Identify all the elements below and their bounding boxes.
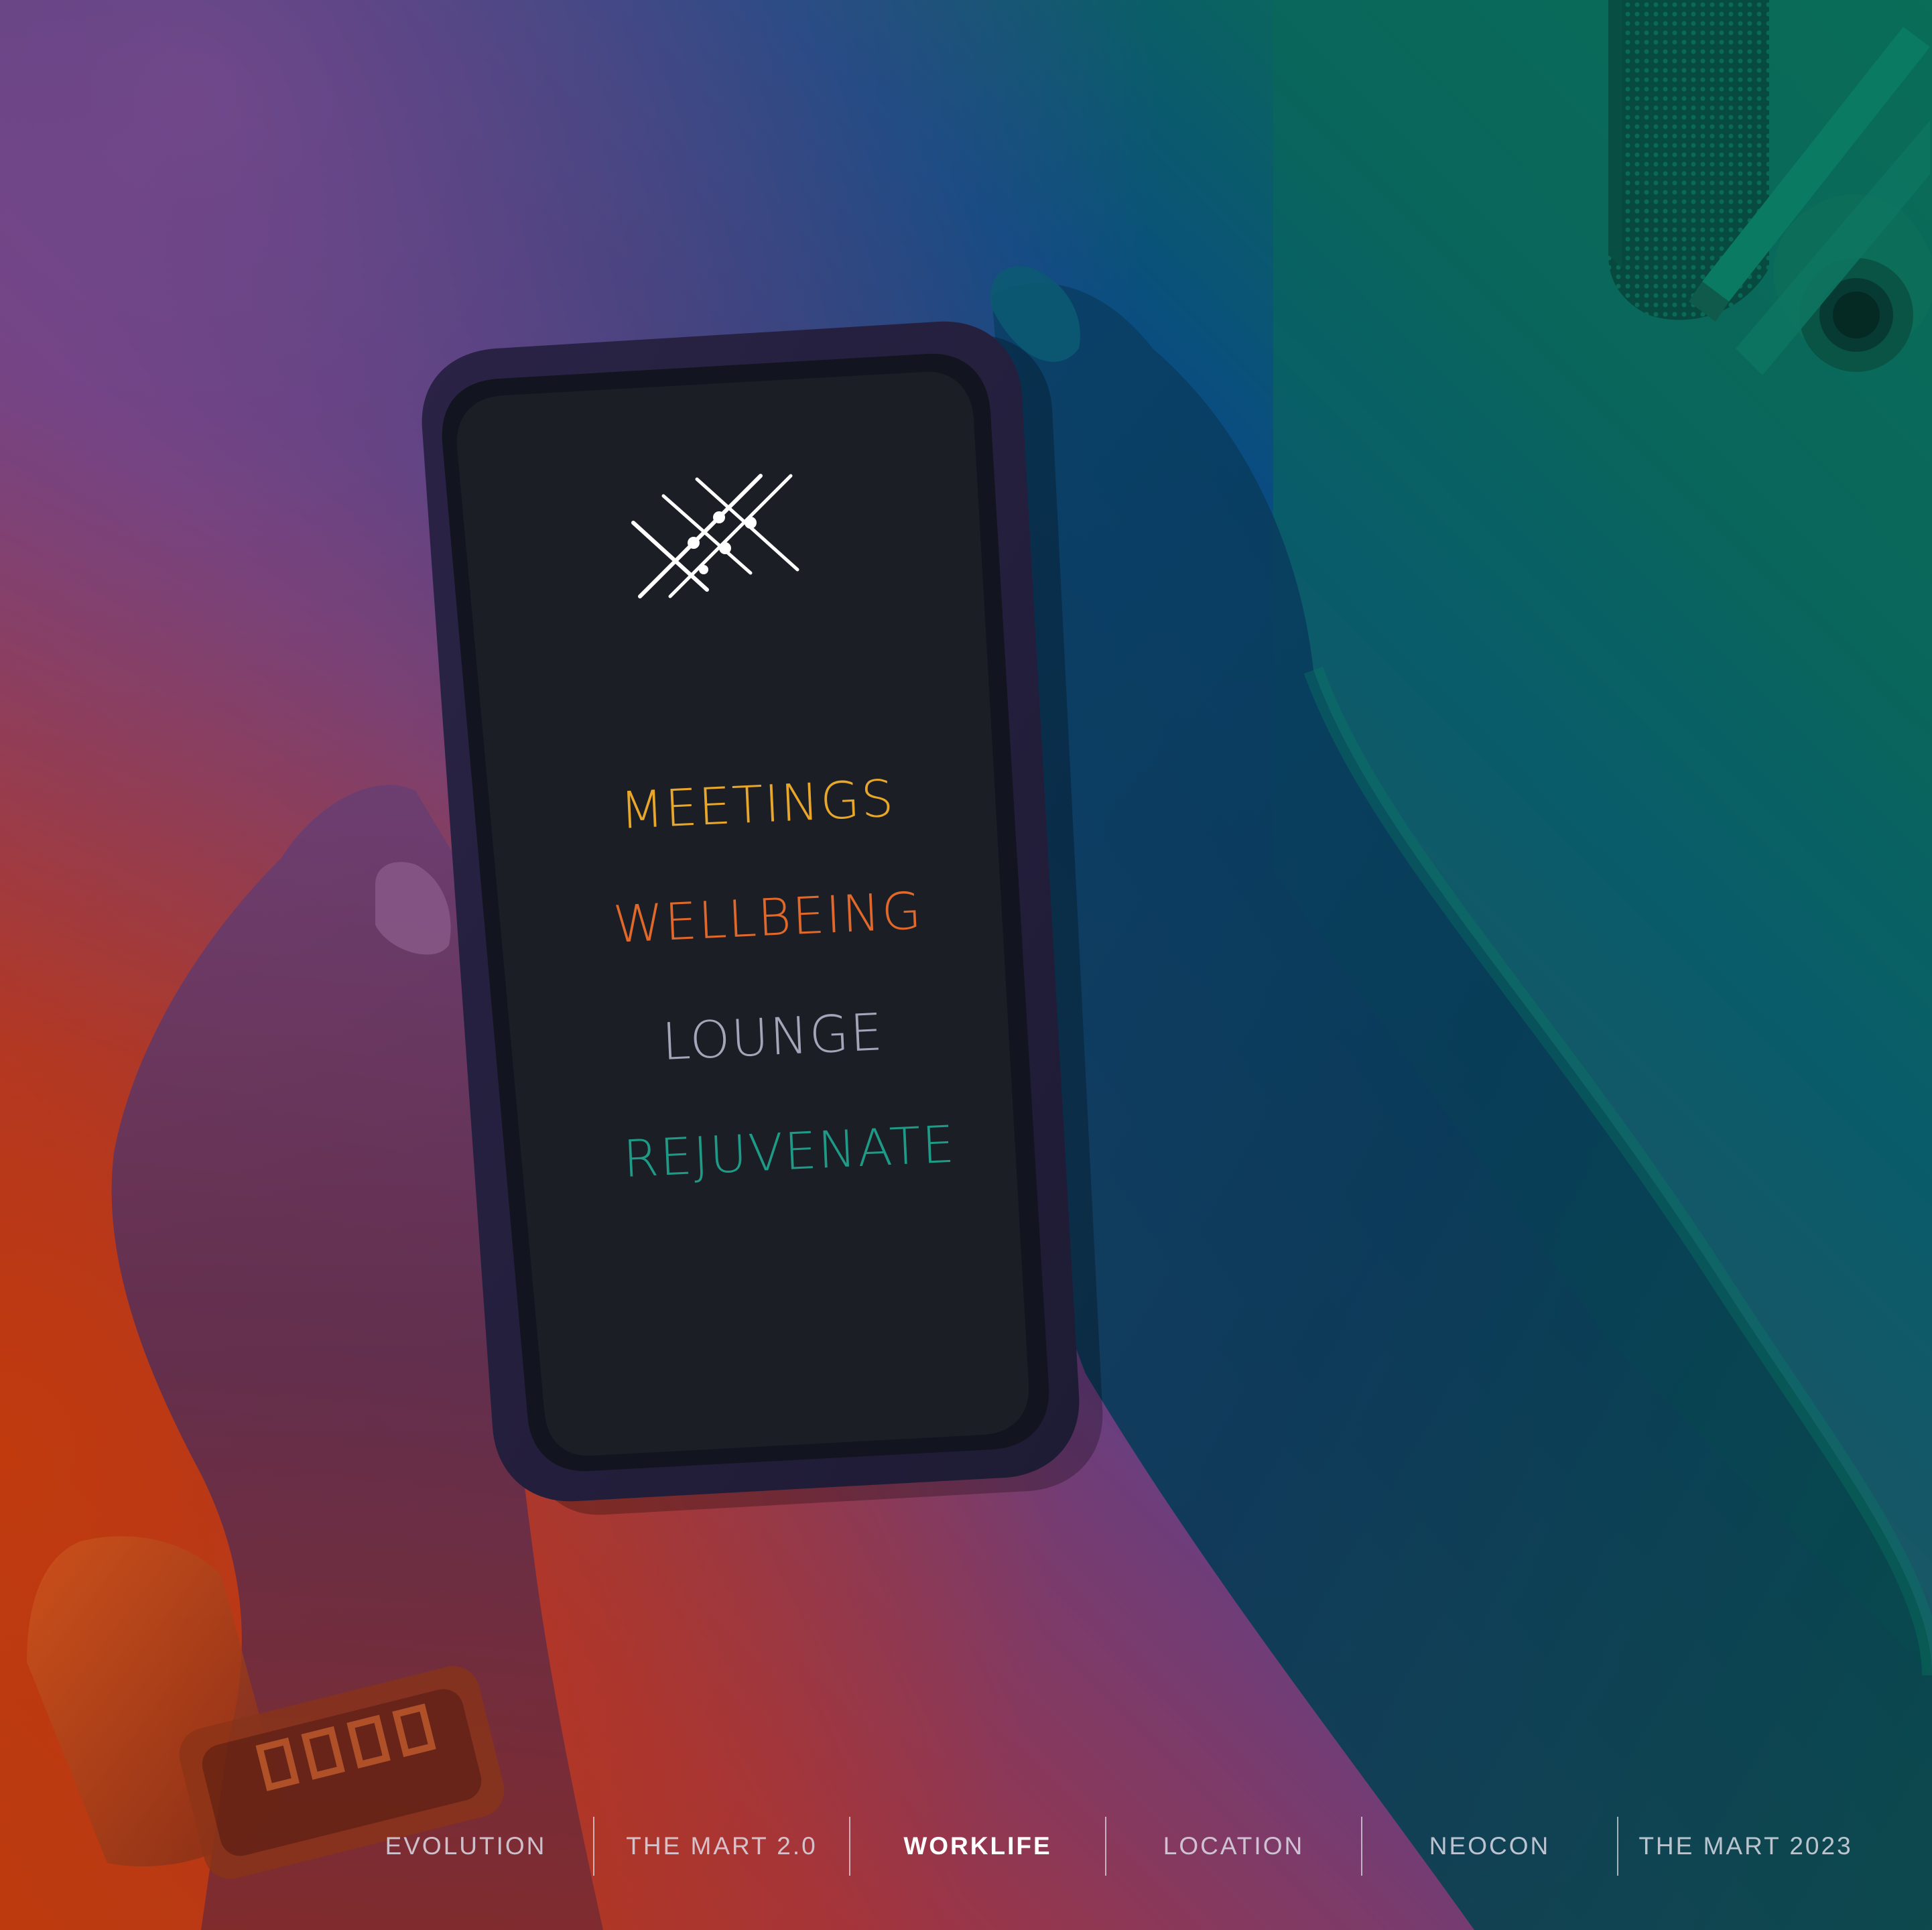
background-photo bbox=[0, 0, 1932, 1930]
nav-item-neocon[interactable]: NEOCON bbox=[1362, 1816, 1617, 1876]
menu-item-lounge[interactable]: LOUNGE bbox=[661, 1002, 885, 1072]
nav-item-the-mart-2023[interactable]: THE MART 2023 bbox=[1618, 1816, 1873, 1876]
nav-item-worklife[interactable]: WORKLIFE bbox=[850, 1816, 1105, 1876]
nav-item-evolution[interactable]: EVOLUTION bbox=[338, 1816, 593, 1876]
crosshatch-star-logo bbox=[631, 474, 799, 598]
nav-item-location[interactable]: LOCATION bbox=[1106, 1816, 1361, 1876]
hero-scene: MEETINGS WELLBEING LOUNGE REJUVENATE EVO… bbox=[0, 0, 1932, 1930]
nav-item-the-mart-2-0[interactable]: THE MART 2.0 bbox=[594, 1816, 849, 1876]
menu-item-meetings[interactable]: MEETINGS bbox=[619, 768, 896, 840]
bottom-nav: EVOLUTION THE MART 2.0 WORKLIFE LOCATION… bbox=[338, 1816, 1851, 1876]
